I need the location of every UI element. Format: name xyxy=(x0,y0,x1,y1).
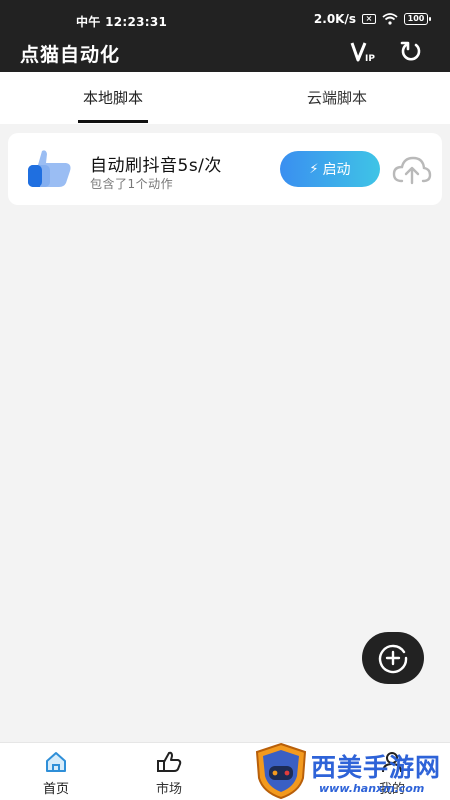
watermark-url: www.hanxm.com xyxy=(319,782,425,795)
refresh-button[interactable] xyxy=(398,39,424,65)
lightning-icon: ⚡ xyxy=(309,161,319,177)
tab-cloud-scripts[interactable]: 云端脚本 xyxy=(292,72,382,124)
nav-market-label: 市场 xyxy=(155,782,182,797)
vip-icon: IP xyxy=(350,42,375,64)
start-button[interactable]: ⚡ 启动 xyxy=(280,151,380,187)
nav-home-label: 首页 xyxy=(42,782,69,797)
battery-icon: 100 xyxy=(404,13,431,25)
script-title: 自动刷抖音5s/次 xyxy=(90,156,222,176)
thumbs-up-icon xyxy=(28,149,72,189)
cloud-upload-button[interactable] xyxy=(392,155,432,185)
script-card[interactable]: 自动刷抖音5s/次 包含了1个动作 ⚡ 启动 xyxy=(8,133,442,205)
vip-button[interactable]: IP xyxy=(350,40,376,64)
refresh-icon xyxy=(400,41,421,61)
start-button-label: 启动 xyxy=(322,162,351,178)
watermark-text: 西美手游网 xyxy=(311,753,442,782)
app-title: 点猫自动化 xyxy=(20,44,121,66)
top-bar: 中午 12:23:31 2.0K/s × 100 点猫自动化 IP xyxy=(0,0,450,72)
nav-market[interactable]: 市场 xyxy=(143,743,195,800)
cloud-upload-icon xyxy=(392,156,432,185)
add-circle-icon xyxy=(378,644,408,674)
tab-active-indicator xyxy=(78,120,148,123)
script-subtitle: 包含了1个动作 xyxy=(90,177,174,191)
add-script-fab[interactable] xyxy=(362,632,424,684)
status-time: 中午 12:23:31 xyxy=(76,15,168,29)
svg-text:IP: IP xyxy=(365,54,375,64)
status-right: 2.0K/s × 100 xyxy=(313,12,431,26)
sim-icon: × xyxy=(362,14,376,24)
home-icon xyxy=(46,752,66,772)
tab-local-scripts[interactable]: 本地脚本 xyxy=(68,72,158,124)
nav-home[interactable]: 首页 xyxy=(30,743,82,800)
watermark: 西美手游网 www.hanxm.com xyxy=(253,742,450,800)
wifi-icon xyxy=(382,13,398,25)
network-speed: 2.0K/s xyxy=(313,12,356,26)
market-hand-icon xyxy=(157,751,182,772)
tab-bar: 本地脚本 云端脚本 xyxy=(0,72,450,124)
status-bar: 中午 12:23:31 2.0K/s × 100 xyxy=(0,0,450,40)
watermark-shield-logo xyxy=(255,742,307,800)
